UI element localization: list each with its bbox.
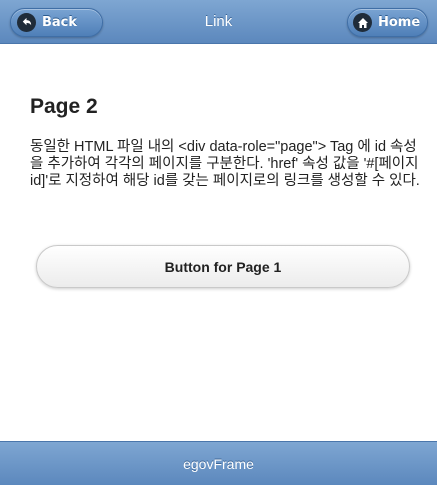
home-button[interactable]: Home bbox=[347, 8, 428, 37]
page-title: Page 2 bbox=[30, 95, 98, 118]
page-description: 동일한 HTML 파일 내의 <div data-role="page"> Ta… bbox=[30, 139, 420, 189]
footer-label: egovFrame bbox=[183, 455, 254, 472]
footer-bar: egovFrame bbox=[0, 441, 437, 485]
page-content: Page 2 동일한 HTML 파일 내의 <div data-role="pa… bbox=[30, 95, 425, 190]
page-1-button[interactable]: Button for Page 1 bbox=[36, 245, 410, 288]
header-bar: Back Link Home bbox=[0, 0, 437, 44]
home-button-label: Home bbox=[378, 15, 421, 30]
home-icon bbox=[353, 13, 372, 32]
